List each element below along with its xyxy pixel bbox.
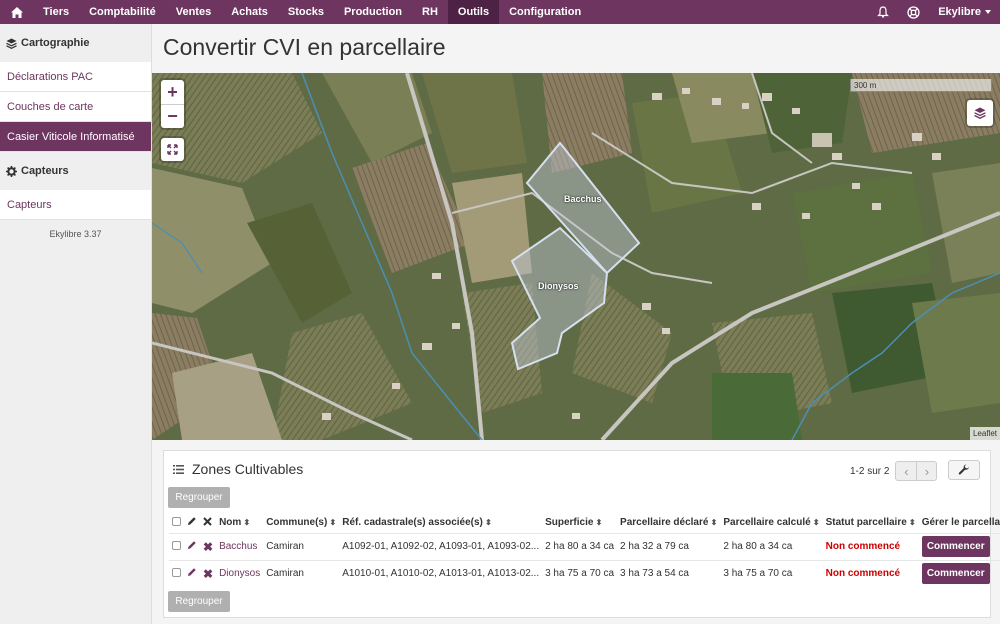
row-checkbox[interactable] [172, 567, 181, 577]
nav-rh[interactable]: RH [412, 0, 448, 24]
sidebar: Cartographie Déclarations PAC Couches de… [0, 24, 152, 624]
table-header-row: Nom Commune(s) Réf. cadastrale(s) associ… [169, 513, 1000, 533]
start-button[interactable]: Commencer [921, 536, 990, 557]
col-parcellaire-calcule[interactable]: Parcellaire calculé [720, 513, 822, 533]
sidebar-item-capteurs[interactable]: Capteurs [0, 190, 151, 220]
zones-table: Nom Commune(s) Réf. cadastrale(s) associ… [169, 513, 1000, 587]
zones-cultivables-panel: Zones Cultivables 1-2 sur 2 ‹ › Regroupe… [163, 450, 1000, 618]
row-checkbox[interactable] [172, 540, 181, 550]
nav-achats[interactable]: Achats [221, 0, 278, 24]
zoom-in-button[interactable]: + [161, 80, 184, 104]
top-navbar: Tiers Comptabilité Ventes Achats Stocks … [0, 0, 1000, 24]
row-declare: 3 ha 73 a 54 ca [617, 559, 721, 587]
sidebar-item-cvi[interactable]: Casier Viticole Informatisé [0, 122, 151, 152]
bell-icon[interactable] [868, 0, 898, 24]
col-gerer: Gérer le parcellaire [921, 517, 1000, 529]
pagination: 1-2 sur 2 ‹ › [850, 461, 938, 481]
col-parcellaire-declare[interactable]: Parcellaire déclaré [617, 513, 720, 533]
regroup-button-top[interactable]: Regrouper [168, 487, 230, 508]
delete-icon[interactable]: ✖ [200, 532, 217, 560]
table-row: ✖ Dionysos Camiran A1010-01, A1010-02, A… [169, 559, 1000, 587]
sidebar-section-label: Cartographie [21, 37, 90, 49]
prev-page-button[interactable]: ‹ [896, 462, 916, 480]
user-menu[interactable]: Ekylibre [929, 0, 1000, 24]
start-button[interactable]: Commencer [921, 563, 990, 585]
col-superficie[interactable]: Superficie [542, 513, 617, 533]
col-statut[interactable]: Statut parcellaire [823, 513, 919, 533]
row-status: Non commencé [822, 559, 919, 587]
nav-ventes[interactable]: Ventes [166, 0, 221, 24]
col-ref-cadastrale[interactable]: Réf. cadastrale(s) associée(s) [339, 513, 542, 533]
help-icon[interactable] [898, 0, 929, 24]
table-row: ✖ Bacchus Camiran A1092-01, A1092-02, A1… [169, 532, 1000, 560]
col-commune[interactable]: Commune(s) [263, 513, 339, 533]
zoom-control: + − [161, 80, 184, 128]
parcel-label-bacchus: Bacchus [564, 194, 602, 204]
nav-outils[interactable]: Outils [447, 0, 500, 24]
regroup-button-bottom[interactable]: Regrouper [168, 591, 230, 612]
row-superficie: 3 ha 75 a 70 ca [542, 559, 618, 587]
map-attribution[interactable]: Leaflet [969, 427, 1000, 440]
main-content: Convertir CVI en parcellaire Bacchus Dio… [152, 24, 1000, 624]
settings-button[interactable] [948, 460, 980, 480]
chevron-down-icon [985, 10, 991, 14]
sidebar-section-label: Capteurs [21, 165, 69, 177]
sidebar-section-cartographie: Cartographie [0, 24, 151, 62]
nav-comptabilite[interactable]: Comptabilité [79, 0, 166, 24]
row-calcule: 3 ha 75 a 70 ca [720, 559, 823, 587]
map[interactable]: Bacchus Dionysos + − 300 m Leaflet [152, 73, 1000, 440]
next-page-button[interactable]: › [916, 462, 936, 480]
row-declare: 2 ha 32 a 79 ca [617, 532, 721, 560]
nav-configuration[interactable]: Configuration [499, 0, 591, 24]
edit-icon[interactable] [184, 559, 200, 587]
row-commune: Camiran [263, 559, 340, 587]
nav-tiers[interactable]: Tiers [33, 0, 79, 24]
parcel-label-dionysos: Dionysos [538, 281, 579, 291]
layers-icon [6, 37, 18, 49]
list-icon [173, 461, 184, 477]
edit-icon[interactable] [184, 532, 200, 560]
col-nom[interactable]: Nom [216, 513, 263, 533]
row-calcule: 2 ha 80 a 34 ca [720, 532, 823, 560]
map-scale: 300 m [850, 79, 992, 92]
fullscreen-button[interactable] [161, 138, 184, 161]
pagination-count: 1-2 sur 2 [850, 465, 890, 477]
user-menu-label: Ekylibre [938, 6, 981, 18]
expand-icon [167, 144, 178, 155]
page-title: Convertir CVI en parcellaire [163, 34, 446, 60]
nav-production[interactable]: Production [334, 0, 412, 24]
select-all-checkbox[interactable] [172, 516, 181, 526]
app-version: Ekylibre 3.37 [49, 229, 102, 239]
zoom-out-button[interactable]: − [161, 104, 184, 128]
close-icon [200, 513, 216, 533]
delete-icon[interactable]: ✖ [200, 559, 217, 587]
sidebar-item-couches-de-carte[interactable]: Couches de carte [0, 92, 151, 122]
sidebar-item-declarations-pac[interactable]: Déclarations PAC [0, 62, 151, 92]
gear-icon [6, 165, 18, 177]
panel-title: Zones Cultivables [173, 461, 303, 477]
row-ref: A1010-01, A1010-02, A1013-01, A1013-02..… [339, 559, 543, 587]
satellite-map-background [152, 73, 1000, 440]
row-superficie: 2 ha 80 a 34 ca [542, 532, 618, 560]
wrench-icon [958, 464, 969, 475]
edit-icon [184, 513, 200, 533]
row-status: Non commencé [822, 532, 919, 560]
sidebar-section-capteurs: Capteurs [0, 152, 151, 190]
row-ref: A1092-01, A1092-02, A1093-01, A1093-02..… [339, 532, 543, 560]
row-name-link[interactable]: Dionysos [219, 568, 260, 579]
nav-stocks[interactable]: Stocks [278, 0, 334, 24]
layers-icon [974, 107, 986, 119]
home-icon[interactable] [0, 0, 33, 24]
row-commune: Camiran [263, 532, 340, 560]
row-name-link[interactable]: Bacchus [219, 541, 257, 552]
layers-button[interactable] [967, 100, 993, 126]
panel-title-text: Zones Cultivables [192, 461, 304, 477]
